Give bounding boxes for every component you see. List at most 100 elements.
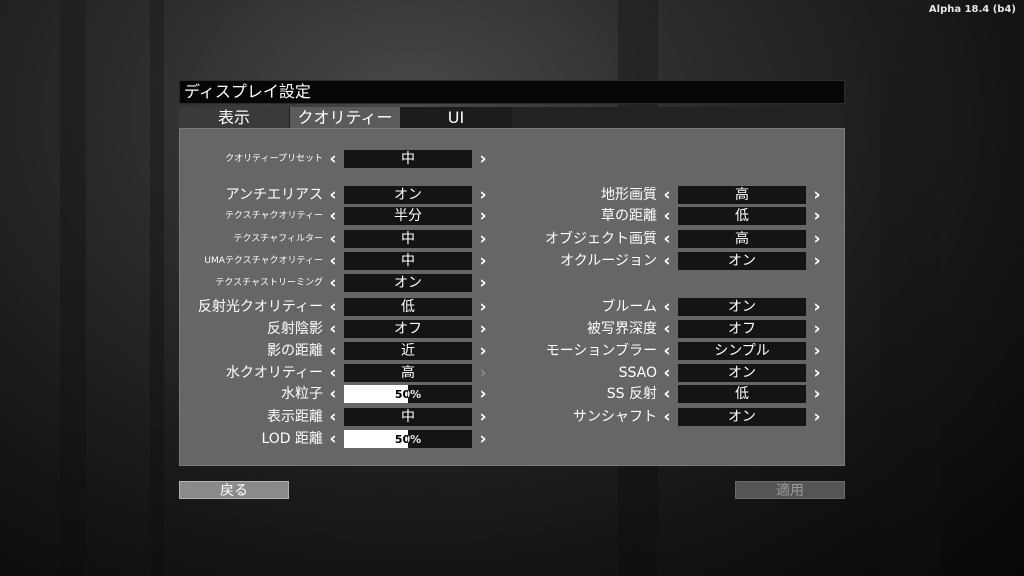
setting-label: 地形画質 [601, 187, 657, 203]
window-title: ディスプレイ設定 [179, 80, 845, 104]
chevron-left-icon[interactable]: ‹ [327, 273, 339, 293]
background-tree [150, 0, 164, 576]
chevron-left-icon[interactable]: ‹ [661, 363, 673, 383]
tab-ui[interactable]: UI [401, 107, 512, 128]
setting-label: ブルーム [601, 299, 657, 315]
chevron-left-icon[interactable]: ‹ [327, 297, 339, 317]
chevron-right-icon[interactable]: › [811, 185, 823, 205]
chevron-right-icon[interactable]: › [477, 229, 489, 249]
chevron-left-icon[interactable]: ‹ [327, 341, 339, 361]
setting-value: 中 [344, 230, 472, 248]
setting-value: シンプル [678, 342, 806, 360]
setting-label: 水クオリティー [225, 365, 323, 381]
back-button[interactable]: 戻る [179, 481, 289, 499]
apply-button[interactable]: 適用 [735, 481, 845, 499]
setting-row: 水粒子 ‹ 50% › [281, 384, 489, 404]
setting-row: SSAO ‹ オン › [619, 363, 823, 383]
chevron-right-icon[interactable]: › [477, 273, 489, 293]
chevron-left-icon[interactable]: ‹ [661, 229, 673, 249]
setting-row: オクルージョン ‹ オン › [560, 251, 823, 271]
setting-value: 高 [678, 230, 806, 248]
chevron-left-icon[interactable]: ‹ [327, 384, 339, 404]
setting-label: 影の距離 [267, 343, 323, 359]
setting-row: ブルーム ‹ オン › [601, 297, 823, 317]
setting-value: 中 [344, 408, 472, 426]
setting-value: 近 [344, 342, 472, 360]
tab-quality[interactable]: クオリティー [290, 107, 401, 128]
chevron-left-icon[interactable]: ‹ [661, 341, 673, 361]
setting-row: 反射光クオリティー ‹ 低 › [198, 297, 489, 317]
setting-value: 低 [678, 385, 806, 403]
setting-slider[interactable]: 50% [344, 430, 472, 448]
chevron-right-icon[interactable]: › [477, 429, 489, 449]
setting-label: テクスチャストリーミング [215, 278, 323, 288]
setting-value: 高 [344, 364, 472, 382]
setting-slider[interactable]: 50% [344, 385, 472, 403]
setting-label: 水粒子 [281, 386, 323, 402]
setting-row: 水クオリティー ‹ 高 › [226, 363, 489, 383]
setting-label: 反射陰影 [267, 321, 323, 337]
chevron-right-icon[interactable]: › [477, 251, 489, 271]
setting-value: オン [678, 364, 806, 382]
chevron-left-icon[interactable]: ‹ [327, 429, 339, 449]
setting-label: オクルージョン [559, 253, 657, 269]
slider-value: 50% [394, 433, 422, 446]
setting-label: サンシャフト [573, 409, 657, 425]
chevron-left-icon[interactable]: ‹ [327, 206, 339, 226]
chevron-right-icon[interactable]: › [811, 384, 823, 404]
chevron-left-icon[interactable]: ‹ [327, 319, 339, 339]
setting-row: テクスチャストリーミング ‹ オン › [215, 273, 489, 293]
chevron-right-icon[interactable]: › [811, 297, 823, 317]
chevron-right-icon[interactable]: › [811, 206, 823, 226]
chevron-right-icon[interactable]: › [477, 319, 489, 339]
setting-row: 反射陰影 ‹ オフ › [267, 319, 489, 339]
chevron-right-icon[interactable]: › [477, 206, 489, 226]
chevron-right-icon[interactable]: › [477, 341, 489, 361]
chevron-right-icon[interactable]: › [477, 149, 489, 169]
setting-row: UMAテクスチャクオリティー ‹ 中 › [204, 251, 489, 271]
chevron-left-icon[interactable]: ‹ [327, 251, 339, 271]
setting-row: SS 反射 ‹ 低 › [607, 384, 823, 404]
version-label: Alpha 18.4 (b4) [928, 4, 1016, 15]
setting-row: オブジェクト画質 ‹ 高 › [545, 229, 823, 249]
slider-value: 50% [394, 388, 422, 401]
chevron-right-icon[interactable]: › [811, 341, 823, 361]
setting-value: オン [678, 252, 806, 270]
setting-label: オブジェクト画質 [545, 231, 657, 247]
chevron-left-icon[interactable]: ‹ [661, 319, 673, 339]
setting-label: クオリティープリセット [225, 154, 323, 164]
chevron-right-icon[interactable]: › [477, 363, 489, 383]
chevron-left-icon[interactable]: ‹ [661, 384, 673, 404]
chevron-left-icon[interactable]: ‹ [661, 407, 673, 427]
tab-display[interactable]: 表示 [179, 107, 290, 128]
setting-label: LOD 距離 [261, 431, 323, 447]
chevron-right-icon[interactable]: › [811, 363, 823, 383]
chevron-right-icon[interactable]: › [477, 384, 489, 404]
setting-row: アンチエリアス ‹ オン › [226, 185, 489, 205]
chevron-left-icon[interactable]: ‹ [327, 407, 339, 427]
chevron-right-icon[interactable]: › [811, 251, 823, 271]
chevron-left-icon[interactable]: ‹ [327, 363, 339, 383]
chevron-right-icon[interactable]: › [477, 407, 489, 427]
setting-label: UMAテクスチャクオリティー [204, 256, 323, 266]
setting-value: オン [678, 408, 806, 426]
chevron-left-icon[interactable]: ‹ [661, 297, 673, 317]
setting-label: SSAO [618, 365, 657, 381]
setting-value: オフ [678, 320, 806, 338]
chevron-left-icon[interactable]: ‹ [661, 206, 673, 226]
setting-label: アンチエリアス [225, 187, 323, 203]
chevron-left-icon[interactable]: ‹ [327, 149, 339, 169]
chevron-right-icon[interactable]: › [811, 229, 823, 249]
setting-row: LOD 距離 ‹ 50% › [261, 429, 489, 449]
chevron-left-icon[interactable]: ‹ [327, 229, 339, 249]
setting-label: テクスチャクオリティー [224, 211, 323, 221]
setting-label: モーションブラー [545, 343, 657, 359]
setting-label: SS 反射 [606, 386, 657, 402]
chevron-right-icon[interactable]: › [477, 297, 489, 317]
chevron-right-icon[interactable]: › [811, 407, 823, 427]
chevron-left-icon[interactable]: ‹ [661, 251, 673, 271]
chevron-right-icon[interactable]: › [811, 319, 823, 339]
chevron-left-icon[interactable]: ‹ [661, 185, 673, 205]
chevron-right-icon[interactable]: › [477, 185, 489, 205]
chevron-left-icon[interactable]: ‹ [327, 185, 339, 205]
